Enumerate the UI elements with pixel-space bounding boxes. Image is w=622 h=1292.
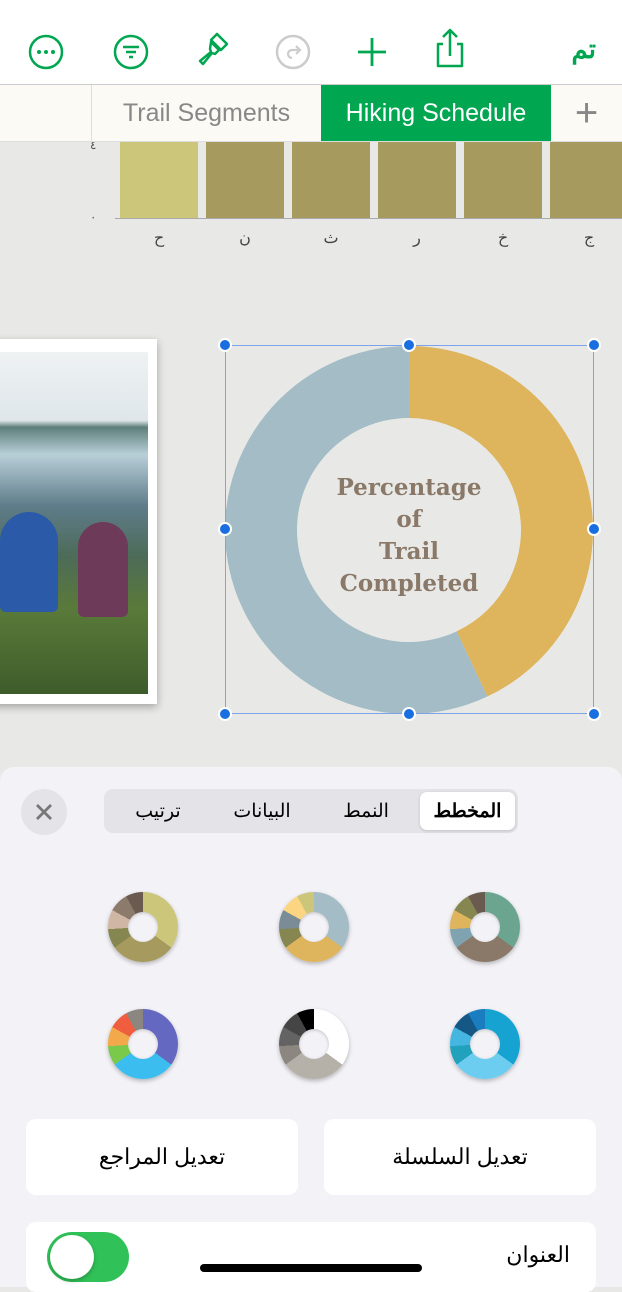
x-tick-label: ر — [413, 230, 421, 247]
tab-chart[interactable]: المخطط — [420, 792, 515, 830]
bar[interactable] — [550, 142, 622, 218]
title-row: العنوان — [26, 1222, 596, 1292]
x-tick-label: ث — [323, 230, 339, 247]
toolbar: تم — [0, 0, 622, 85]
format-panel: المخطط النمط البيانات ترتيب تعديل المراج… — [0, 767, 622, 1292]
tab-data[interactable]: البيانات — [212, 792, 312, 830]
add-icon[interactable] — [352, 32, 392, 72]
more-icon[interactable] — [26, 32, 66, 72]
edit-references-button[interactable]: تعديل المراجع — [26, 1119, 298, 1195]
chart-style-swatch[interactable] — [279, 1009, 349, 1079]
x-axis — [115, 218, 622, 219]
title-toggle[interactable] — [47, 1232, 129, 1282]
format-brush-icon[interactable] — [194, 32, 234, 72]
bar[interactable] — [378, 142, 456, 218]
tab-hiking-schedule[interactable]: Hiking Schedule — [321, 85, 551, 141]
resize-handle[interactable] — [218, 707, 232, 721]
resize-handle[interactable] — [402, 707, 416, 721]
chart-style-swatch[interactable] — [450, 892, 520, 962]
panel-tabs: المخطط النمط البيانات ترتيب — [104, 789, 518, 833]
resize-handle[interactable] — [218, 522, 232, 536]
document-canvas: ٤٠حنثرخج Percentage of Trail Completed — [0, 142, 622, 772]
resize-handle[interactable] — [402, 338, 416, 352]
close-icon — [36, 804, 52, 820]
filter-icon[interactable] — [111, 32, 151, 72]
resize-handle[interactable] — [587, 707, 601, 721]
edit-series-button[interactable]: تعديل السلسلة — [324, 1119, 596, 1195]
tab-trail-segments[interactable]: Trail Segments — [92, 85, 321, 141]
resize-handle[interactable] — [218, 338, 232, 352]
chart-style-swatch[interactable] — [108, 892, 178, 962]
share-icon[interactable] — [430, 28, 470, 68]
chart-style-swatch[interactable] — [450, 1009, 520, 1079]
x-tick-label: خ — [497, 230, 509, 247]
bar-chart[interactable]: ٤ ٠ ح ن ث ر خ ج — [0, 142, 622, 262]
home-indicator — [200, 1264, 422, 1272]
y-tick-label: ٤ — [90, 142, 97, 152]
tab-style[interactable]: النمط — [316, 792, 416, 830]
bar[interactable] — [292, 142, 370, 218]
y-tick-label: ٠ — [90, 210, 97, 224]
resize-handle[interactable] — [587, 338, 601, 352]
bar[interactable] — [464, 142, 542, 218]
selection-box — [225, 345, 594, 714]
done-button[interactable]: تم — [571, 34, 596, 65]
chart-style-swatch[interactable] — [279, 892, 349, 962]
close-button[interactable] — [21, 789, 67, 835]
resize-handle[interactable] — [587, 522, 601, 536]
tab-overflow[interactable] — [0, 85, 92, 141]
tab-arrange[interactable]: ترتيب — [108, 792, 208, 830]
bar[interactable] — [120, 142, 198, 218]
x-tick-label: ج — [583, 230, 595, 247]
sheet-tabs: Trail Segments Hiking Schedule + — [0, 85, 622, 142]
redo-icon[interactable] — [273, 32, 313, 72]
x-tick-label: ن — [239, 230, 251, 247]
chart-style-swatch[interactable] — [108, 1009, 178, 1079]
x-tick-label: ح — [153, 230, 165, 247]
title-row-label: العنوان — [506, 1242, 570, 1267]
bar[interactable] — [206, 142, 284, 218]
add-sheet-button[interactable]: + — [551, 85, 622, 141]
